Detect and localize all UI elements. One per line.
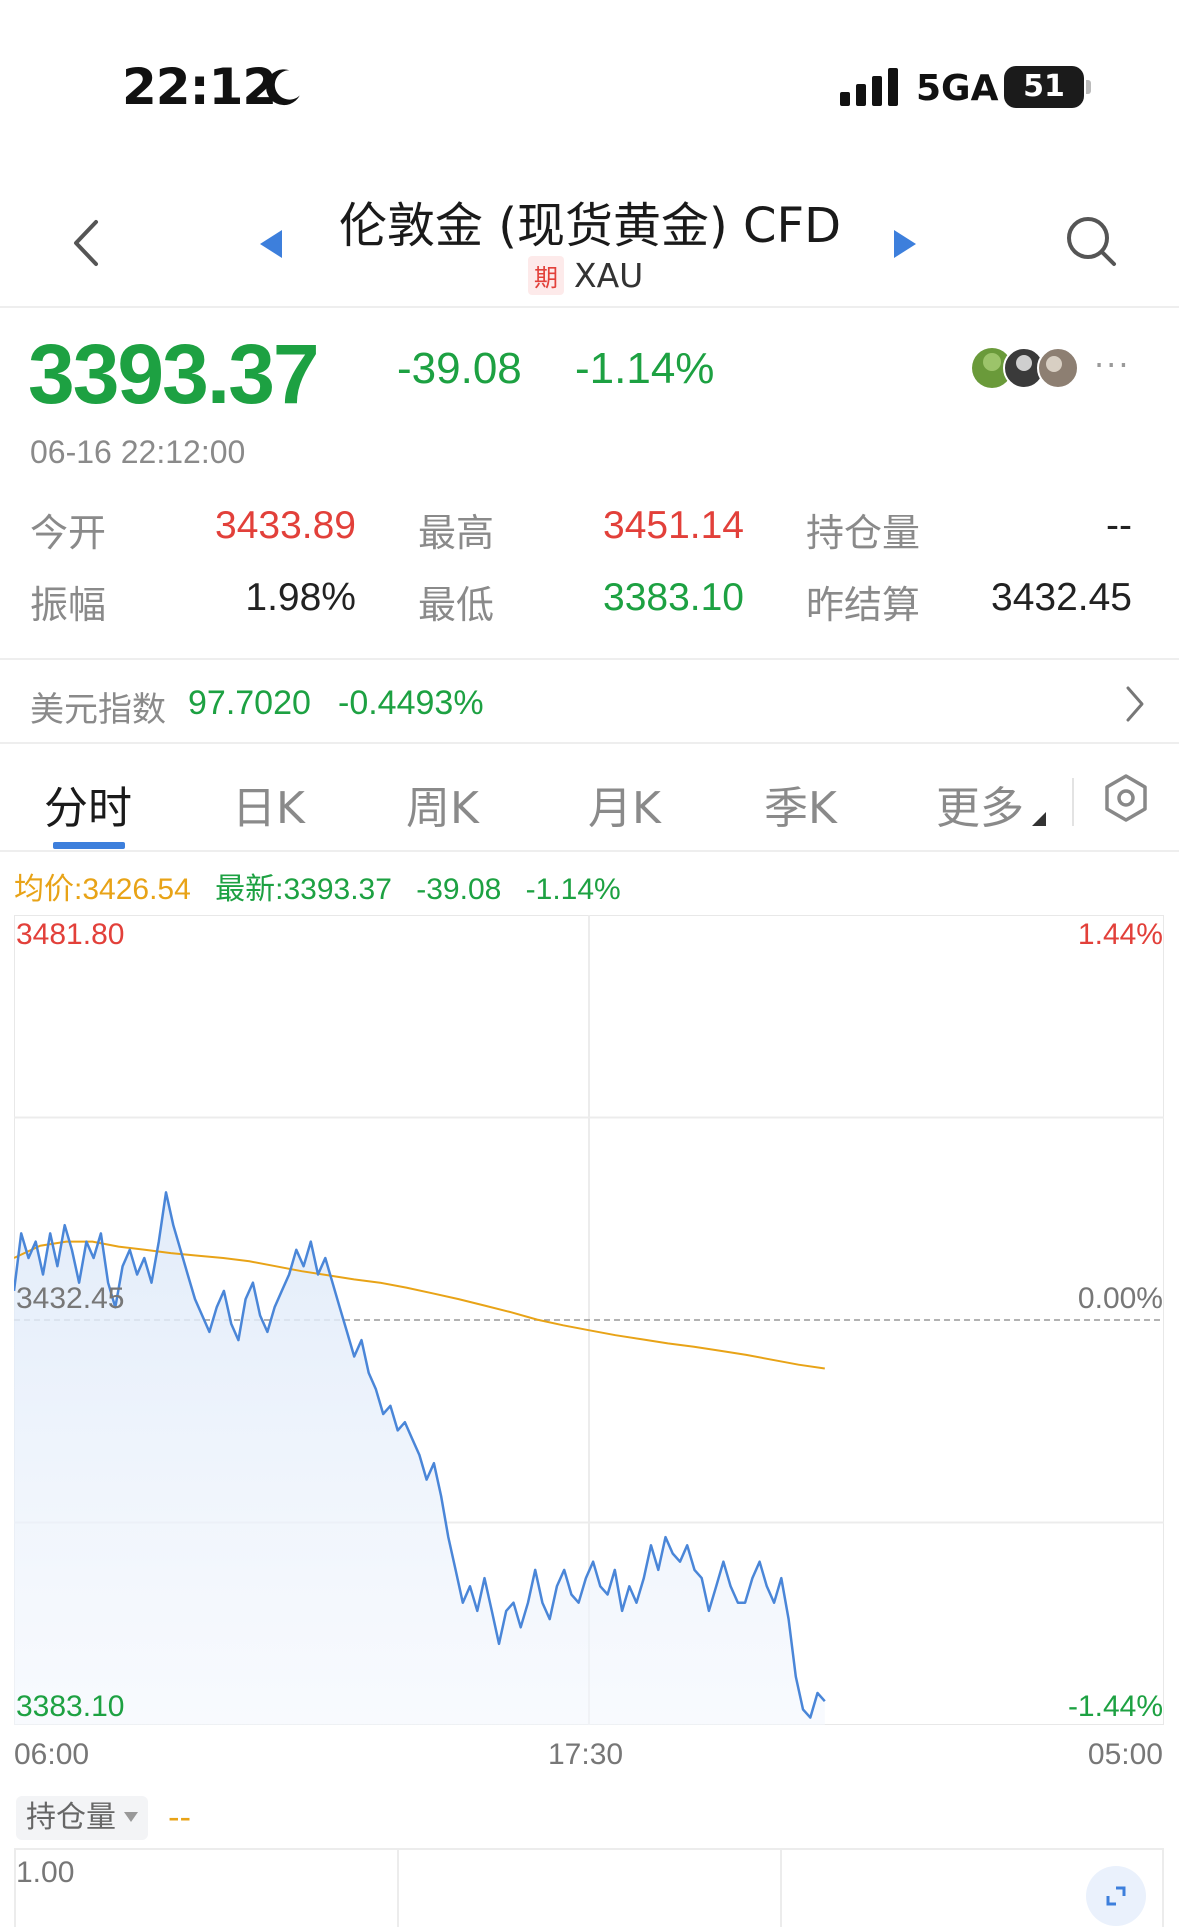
chart-legend: 均价:3426.54 最新:3393.37 -39.08 -1.14% bbox=[14, 864, 621, 908]
legend-avg: 均价:3426.54 bbox=[14, 873, 191, 906]
y-pct-top: 1.44% bbox=[1077, 918, 1163, 951]
moon-icon bbox=[266, 69, 300, 106]
stat-high: 3451.14 bbox=[603, 504, 744, 547]
next-triangle-icon[interactable] bbox=[892, 228, 918, 260]
search-icon[interactable] bbox=[1064, 214, 1118, 268]
stat-prev-label: 昨结算 bbox=[806, 583, 921, 627]
header-divider bbox=[0, 306, 1179, 308]
stat-low-label: 最低 bbox=[418, 583, 495, 627]
avatar-group[interactable] bbox=[970, 346, 1082, 390]
x-tick-end: 05:00 bbox=[1087, 1738, 1163, 1771]
futures-badge: 期 bbox=[528, 256, 564, 295]
tab-daily-k[interactable]: 日K bbox=[232, 772, 305, 836]
y-tick-bottom: 3383.10 bbox=[16, 1690, 125, 1723]
legend-change-pct: -1.14% bbox=[525, 873, 621, 906]
stat-oi-label: 持仓量 bbox=[806, 511, 921, 555]
expand-button[interactable] bbox=[1086, 1866, 1146, 1926]
battery-icon: 51 bbox=[1004, 66, 1084, 108]
dropdown-caret-icon bbox=[124, 1812, 138, 1822]
status-time: 22:12 bbox=[122, 58, 277, 116]
legend-latest: 最新:3393.37 bbox=[215, 873, 392, 906]
stat-amp-label: 振幅 bbox=[30, 583, 107, 627]
usd-index-change: -0.4493% bbox=[338, 684, 484, 722]
x-tick-mid: 17:30 bbox=[548, 1738, 624, 1771]
y-pct-mid: 0.00% bbox=[1077, 1282, 1163, 1315]
indicator-value: -- bbox=[168, 1798, 192, 1836]
prev-triangle-icon[interactable] bbox=[258, 228, 284, 260]
price-change-pct: -1.14% bbox=[575, 344, 715, 393]
stat-low: 3383.10 bbox=[603, 576, 744, 619]
indicator-tick: 1.00 bbox=[16, 1856, 75, 1889]
tab-intraday[interactable]: 分时 bbox=[44, 772, 132, 836]
more-caret-icon bbox=[1032, 812, 1046, 826]
network-type: 5GA bbox=[916, 68, 999, 109]
tab-separator bbox=[1072, 778, 1074, 826]
y-tick-top: 3481.80 bbox=[16, 918, 125, 951]
battery-cap bbox=[1086, 80, 1091, 94]
usd-index-value: 97.7020 bbox=[188, 684, 311, 722]
y-tick-mid: 3432.45 bbox=[16, 1282, 125, 1315]
more-icon[interactable]: ··· bbox=[1094, 346, 1131, 384]
tab-monthly-k[interactable]: 月K bbox=[588, 772, 661, 836]
stat-open-label: 今开 bbox=[30, 511, 107, 555]
quote-datetime: 06-16 22:12:00 bbox=[30, 434, 246, 470]
y-pct-bottom: -1.44% bbox=[1067, 1690, 1163, 1723]
expand-icon bbox=[1106, 1886, 1126, 1906]
price-change: -39.08 bbox=[397, 344, 522, 393]
tab-quarterly-k[interactable]: 季K bbox=[764, 772, 837, 836]
page-title: 伦敦金 (现货黄金) CFD bbox=[338, 198, 842, 254]
last-price: 3393.37 bbox=[28, 327, 320, 421]
tab-weekly-k[interactable]: 周K bbox=[406, 772, 479, 836]
stat-oi: -- bbox=[1106, 504, 1132, 547]
stat-prev: 3432.45 bbox=[991, 576, 1132, 619]
usd-index-label: 美元指数 bbox=[30, 690, 166, 730]
indicator-gridline bbox=[780, 1850, 782, 1927]
x-tick-start: 06:00 bbox=[14, 1738, 90, 1771]
indicator-panel bbox=[14, 1848, 1164, 1927]
tabs-divider bbox=[0, 850, 1179, 852]
symbol: XAU bbox=[574, 256, 644, 295]
indicator-gridline bbox=[397, 1850, 399, 1927]
signal-icon bbox=[840, 68, 898, 106]
intraday-chart[interactable] bbox=[14, 915, 1164, 1725]
settings-icon[interactable] bbox=[1100, 772, 1152, 824]
stat-open: 3433.89 bbox=[215, 504, 356, 547]
legend-change: -39.08 bbox=[416, 873, 502, 906]
chevron-right-icon[interactable] bbox=[1122, 684, 1148, 724]
usd-divider bbox=[0, 742, 1179, 744]
stat-high-label: 最高 bbox=[418, 511, 495, 555]
tab-more[interactable]: 更多 bbox=[936, 772, 1024, 836]
tab-active-indicator bbox=[53, 842, 125, 849]
subtitle: 期 XAU bbox=[528, 256, 643, 295]
stat-amp: 1.98% bbox=[245, 576, 356, 619]
back-icon[interactable] bbox=[66, 218, 106, 268]
stats-divider bbox=[0, 658, 1179, 660]
